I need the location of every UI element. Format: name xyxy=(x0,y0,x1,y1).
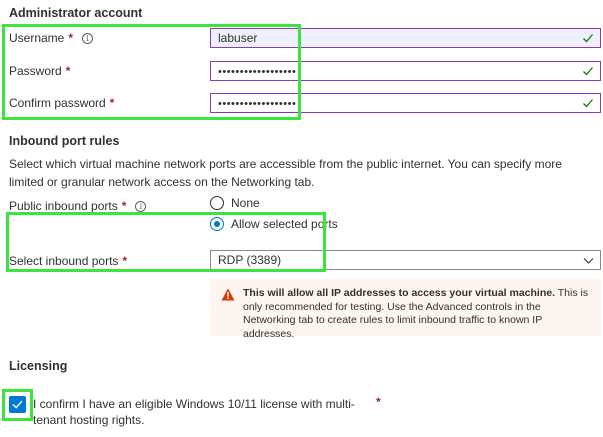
inbound-warning-banner: This will allow all IP addresses to acce… xyxy=(210,279,601,340)
public-inbound-label: Public inbound ports * i xyxy=(9,199,147,213)
radio-none[interactable] xyxy=(210,196,224,210)
warning-icon xyxy=(221,288,235,301)
password-label-text: Password xyxy=(9,64,62,78)
radio-allow-selected[interactable] xyxy=(210,217,224,231)
inbound-ports-dropdown[interactable]: RDP (3389) xyxy=(210,250,601,270)
username-label: Username * i xyxy=(9,31,94,45)
license-confirm-checkbox[interactable] xyxy=(9,396,26,413)
warning-bold-text: This will allow all IP addresses to acce… xyxy=(243,287,556,299)
required-mark: * xyxy=(68,31,74,45)
required-mark: * xyxy=(121,199,127,213)
vm-create-basics-page: Administrator account Username * i labus… xyxy=(0,0,603,437)
required-mark: * xyxy=(109,96,115,110)
password-value: •••••••••••••••••• xyxy=(218,66,297,78)
admin-account-heading: Administrator account xyxy=(9,6,143,20)
username-label-text: Username xyxy=(9,31,65,45)
confirm-password-label: Confirm password * xyxy=(9,96,114,110)
password-label: Password * xyxy=(9,64,70,78)
radio-option-none[interactable]: None xyxy=(210,196,260,210)
public-inbound-label-text: Public inbound ports xyxy=(9,199,118,213)
select-inbound-label-text: Select inbound ports xyxy=(9,254,119,268)
checkbox-check-icon xyxy=(12,400,23,409)
select-inbound-label: Select inbound ports * xyxy=(9,254,127,268)
username-value: labuser xyxy=(218,31,258,45)
inbound-rules-heading: Inbound port rules xyxy=(9,134,120,148)
required-mark: * xyxy=(122,254,128,268)
radio-none-label: None xyxy=(231,196,260,210)
required-mark: * xyxy=(65,64,71,78)
radio-option-allow-selected[interactable]: Allow selected ports xyxy=(210,217,338,231)
check-icon xyxy=(583,67,593,76)
info-icon[interactable]: i xyxy=(82,32,94,44)
check-icon xyxy=(583,34,593,43)
confirm-password-label-text: Confirm password xyxy=(9,96,106,110)
check-icon xyxy=(583,99,593,108)
license-confirm-text: I confirm I have an eligible Windows 10/… xyxy=(33,397,355,427)
confirm-password-value: •••••••••••••••••• xyxy=(218,98,297,110)
required-mark: * xyxy=(376,395,381,409)
password-input[interactable]: •••••••••••••••••• xyxy=(210,61,601,81)
chevron-down-icon xyxy=(583,258,594,264)
info-icon[interactable]: i xyxy=(135,200,147,212)
licensing-heading: Licensing xyxy=(9,359,68,373)
inbound-rules-description: Select which virtual machine network por… xyxy=(9,157,562,189)
username-input[interactable]: labuser xyxy=(210,28,601,48)
radio-allow-selected-label: Allow selected ports xyxy=(231,217,338,231)
inbound-ports-value: RDP (3389) xyxy=(218,253,282,267)
confirm-password-input[interactable]: •••••••••••••••••• xyxy=(210,93,601,113)
